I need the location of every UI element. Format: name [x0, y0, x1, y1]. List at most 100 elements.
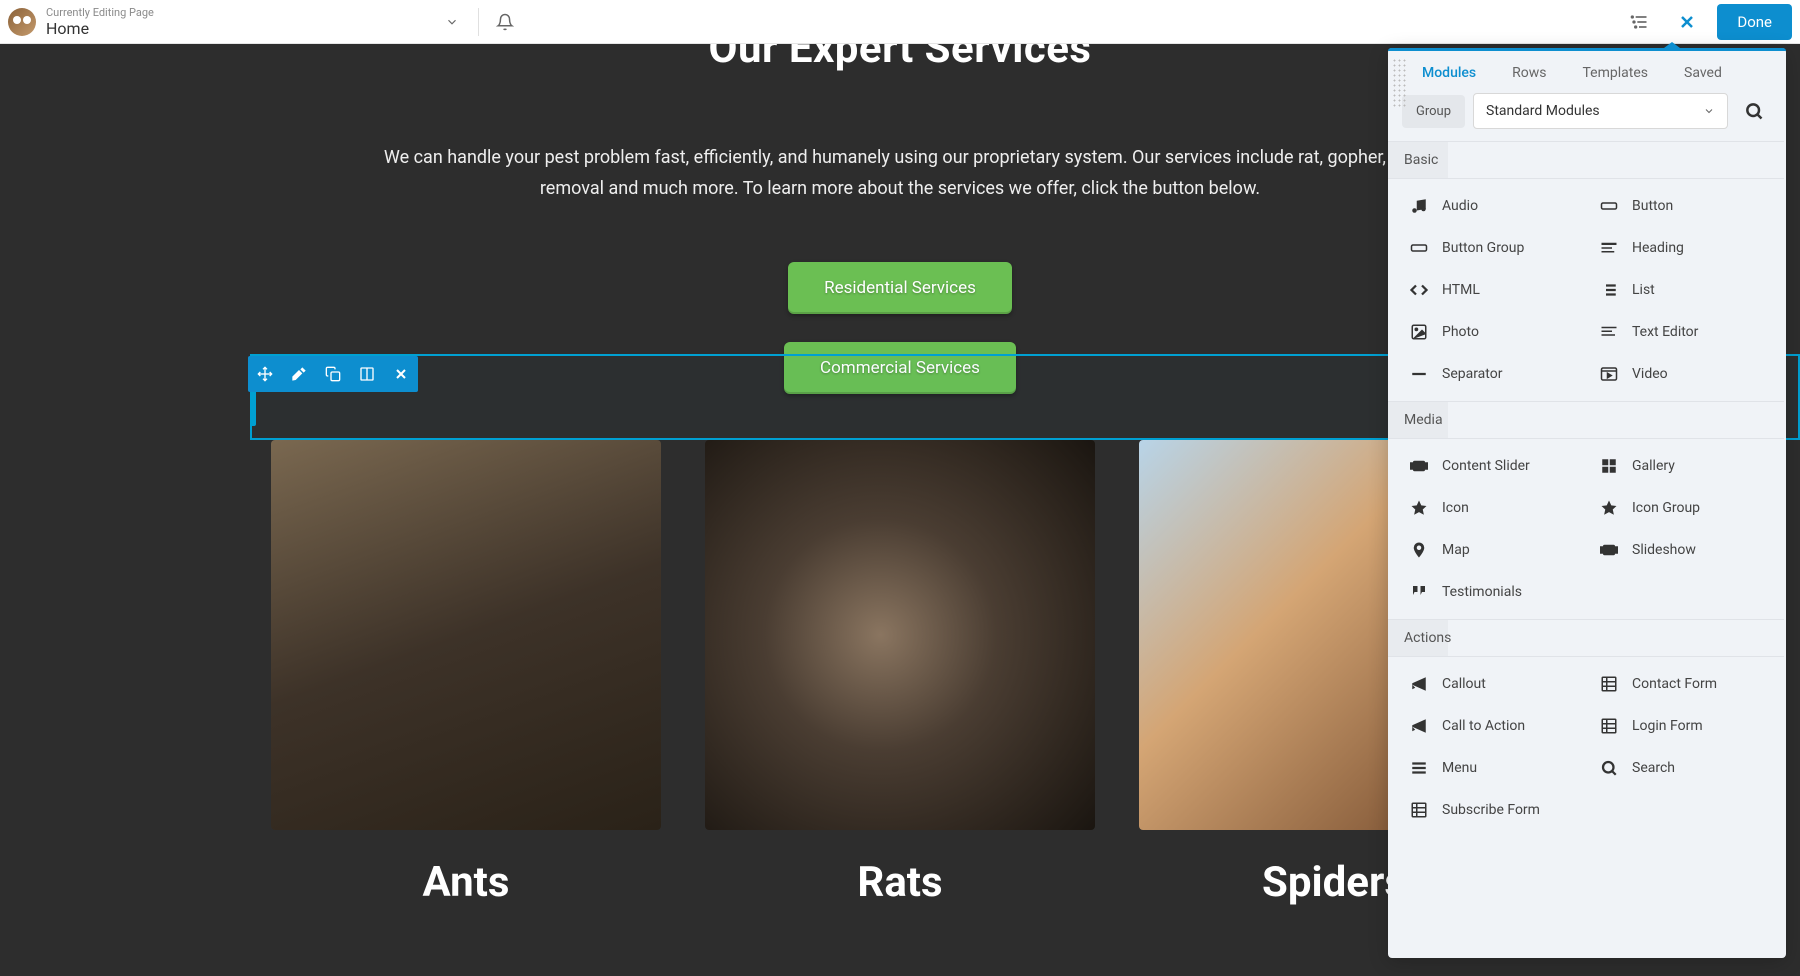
module-label: Icon [1442, 500, 1469, 516]
close-panel-icon[interactable] [1669, 4, 1705, 40]
panel-body[interactable]: Basic Audio Button Button Group Heading HTML L… [1388, 141, 1786, 958]
form-icon [1600, 717, 1618, 735]
module-testimonials[interactable]: Testimonials [1396, 571, 1586, 613]
page-name: Home [46, 19, 154, 38]
icon-group-icon [1600, 499, 1618, 517]
column-settings-icon[interactable] [350, 356, 384, 392]
icon-icon [1410, 499, 1428, 517]
select-value: Standard Modules [1486, 103, 1600, 119]
editing-label: Currently Editing Page [46, 6, 154, 19]
module-label: Gallery [1632, 458, 1675, 474]
module-heading[interactable]: Heading [1586, 227, 1776, 269]
edit-row-icon[interactable] [282, 356, 316, 392]
module-menu[interactable]: Menu [1396, 747, 1586, 789]
slideshow-icon [1600, 541, 1618, 559]
app-logo-icon [8, 8, 36, 36]
module-photo[interactable]: Photo [1396, 311, 1586, 353]
module-label: Slideshow [1632, 542, 1696, 558]
search-modules-icon[interactable] [1736, 93, 1772, 129]
module-grid: Callout Contact Form Call to Action Login F… [1388, 657, 1784, 837]
done-button[interactable]: Done [1717, 4, 1792, 40]
module-label: Audio [1442, 198, 1478, 214]
module-icon-group[interactable]: Icon Group [1586, 487, 1776, 529]
text-icon [1600, 323, 1618, 341]
service-card: Ants [271, 440, 661, 907]
module-audio[interactable]: Audio [1396, 185, 1586, 227]
card-image [705, 440, 1095, 830]
duplicate-row-icon[interactable] [316, 356, 350, 392]
module-gallery[interactable]: Gallery [1586, 445, 1776, 487]
tab-modules[interactable]: Modules [1422, 65, 1476, 81]
card-image [271, 440, 661, 830]
module-label: Menu [1442, 760, 1477, 776]
module-label: List [1632, 282, 1655, 298]
modules-panel: Modules Rows Templates Saved Group Standard… [1388, 48, 1786, 958]
module-label: Login Form [1632, 718, 1703, 734]
map-icon [1410, 541, 1428, 559]
module-label: Contact Form [1632, 676, 1717, 692]
form-icon [1410, 801, 1428, 819]
module-label: Search [1632, 760, 1675, 776]
module-label: Map [1442, 542, 1470, 558]
top-bar: Currently Editing Page Home Done [0, 0, 1800, 44]
residential-services-button[interactable]: Residential Services [788, 262, 1012, 314]
module-separator[interactable]: Separator [1396, 353, 1586, 395]
module-label: Testimonials [1442, 584, 1522, 600]
module-label: Content Slider [1442, 458, 1530, 474]
module-grid: Content Slider Gallery Icon Icon Group Map Sl… [1388, 439, 1784, 619]
group-filter-button[interactable]: Group [1402, 95, 1465, 128]
video-icon [1600, 365, 1618, 383]
module-label: Call to Action [1442, 718, 1525, 734]
page-info[interactable]: Currently Editing Page Home [46, 6, 154, 38]
card-title: Ants [271, 858, 661, 907]
module-label: Separator [1442, 366, 1502, 382]
module-callout[interactable]: Callout [1396, 663, 1586, 705]
audio-icon [1410, 197, 1428, 215]
module-text-editor[interactable]: Text Editor [1586, 311, 1776, 353]
module-label: Icon Group [1632, 500, 1700, 516]
separator-icon [1410, 365, 1428, 383]
move-row-icon[interactable] [248, 356, 282, 392]
category-header-basic: Basic [1388, 141, 1784, 179]
tab-rows[interactable]: Rows [1512, 65, 1546, 81]
module-label: Video [1632, 366, 1668, 382]
module-label: HTML [1442, 282, 1480, 298]
module-grid: Audio Button Button Group Heading HTML List Ph… [1388, 179, 1784, 401]
panel-filter-row: Group Standard Modules [1388, 93, 1786, 141]
tab-templates[interactable]: Templates [1583, 65, 1649, 81]
module-icon[interactable]: Icon [1396, 487, 1586, 529]
module-html[interactable]: HTML [1396, 269, 1586, 311]
module-search[interactable]: Search [1586, 747, 1776, 789]
chevron-down-icon [1703, 105, 1715, 117]
list-icon [1600, 281, 1618, 299]
module-subscribe-form[interactable]: Subscribe Form [1396, 789, 1586, 831]
module-label: Text Editor [1632, 324, 1698, 340]
divider [478, 8, 479, 36]
page-dropdown-chevron-icon[interactable] [434, 4, 470, 40]
module-slideshow[interactable]: Slideshow [1586, 529, 1776, 571]
gallery-icon [1600, 457, 1618, 475]
module-label: Photo [1442, 324, 1479, 340]
module-label: Subscribe Form [1442, 802, 1540, 818]
panel-drag-handle-icon[interactable] [1392, 58, 1406, 108]
module-map[interactable]: Map [1396, 529, 1586, 571]
outline-button-icon[interactable] [1621, 4, 1657, 40]
module-list[interactable]: List [1586, 269, 1776, 311]
notifications-bell-icon[interactable] [487, 4, 523, 40]
category-header-actions: Actions [1388, 619, 1784, 657]
module-group-select[interactable]: Standard Modules [1473, 93, 1728, 129]
module-content-slider[interactable]: Content Slider [1396, 445, 1586, 487]
module-label: Button Group [1442, 240, 1524, 256]
module-label: Heading [1632, 240, 1684, 256]
module-contact-form[interactable]: Contact Form [1586, 663, 1776, 705]
module-login-form[interactable]: Login Form [1586, 705, 1776, 747]
tab-saved[interactable]: Saved [1684, 65, 1722, 81]
module-call-to-action[interactable]: Call to Action [1396, 705, 1586, 747]
row-toolbar [248, 356, 418, 392]
testimonials-icon [1410, 583, 1428, 601]
heading-icon [1600, 239, 1618, 257]
module-button[interactable]: Button [1586, 185, 1776, 227]
delete-row-icon[interactable] [384, 356, 418, 392]
module-button-group[interactable]: Button Group [1396, 227, 1586, 269]
module-video[interactable]: Video [1586, 353, 1776, 395]
